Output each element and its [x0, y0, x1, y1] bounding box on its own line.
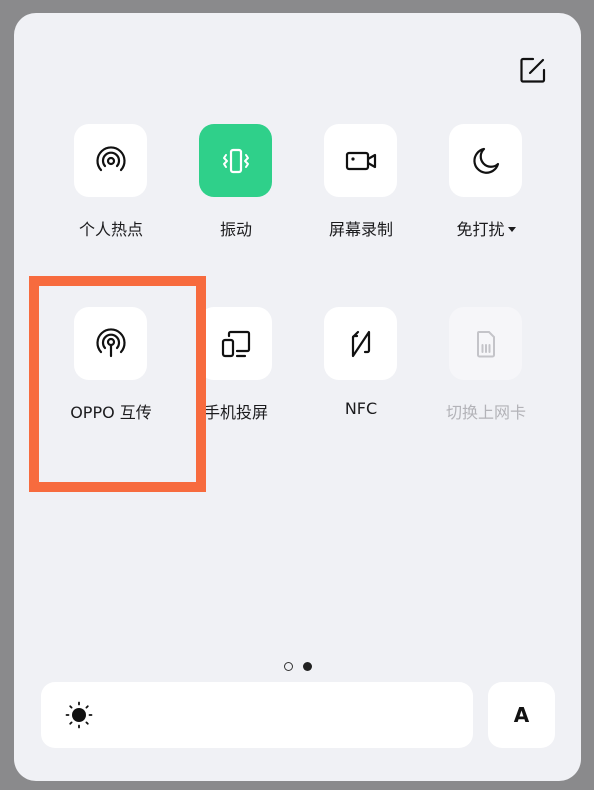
tile-label: 振动 — [219, 220, 252, 239]
tile-screen-record: 屏幕录制 — [306, 124, 416, 254]
tile-label-text: 免打扰 — [456, 220, 505, 239]
tile-label: NFC — [344, 399, 378, 418]
hotspot-icon — [95, 145, 126, 171]
page-dot-current[interactable] — [303, 662, 312, 671]
edit-icon[interactable] — [519, 56, 547, 84]
nfc-icon — [351, 330, 370, 357]
tile-label: OPPO 互传 — [70, 403, 152, 422]
tile-switch-sim: 切换上网卡 — [431, 307, 541, 437]
screen-record-button[interactable] — [324, 124, 397, 197]
nfc-button[interactable] — [324, 307, 397, 380]
screen-cast-icon — [221, 330, 250, 357]
switch-sim-button[interactable] — [449, 307, 522, 380]
screen-record-icon — [345, 151, 376, 170]
page-dot[interactable] — [284, 662, 293, 671]
tile-oppo-share: OPPO 互传 — [56, 307, 166, 437]
vibrate-icon — [222, 148, 249, 173]
vibrate-button[interactable] — [199, 124, 272, 197]
hotspot-button[interactable] — [74, 124, 147, 197]
tile-label: 切换上网卡 — [445, 403, 526, 422]
tile-do-not-disturb: 免打扰 — [431, 124, 541, 254]
tile-screen-cast: 手机投屏 — [181, 307, 291, 437]
oppo-share-icon — [95, 327, 126, 357]
auto-brightness-button[interactable]: A — [488, 682, 555, 748]
tile-hotspot: 个人热点 — [56, 124, 166, 254]
dropdown-caret-icon — [507, 226, 516, 232]
tile-vibrate: 振动 — [181, 124, 291, 254]
sun-icon — [65, 701, 93, 729]
brightness-slider[interactable] — [41, 682, 473, 748]
moon-icon — [472, 147, 499, 174]
tile-label: 个人热点 — [78, 220, 143, 239]
screen-cast-button[interactable] — [199, 307, 272, 380]
tile-label: 屏幕录制 — [328, 220, 393, 239]
oppo-share-button[interactable] — [74, 307, 147, 380]
tile-label[interactable]: 免打扰 — [421, 216, 551, 240]
tile-nfc: NFC — [306, 307, 416, 437]
tile-label: 手机投屏 — [203, 403, 268, 422]
sim-card-icon — [476, 330, 495, 357]
do-not-disturb-button[interactable] — [449, 124, 522, 197]
